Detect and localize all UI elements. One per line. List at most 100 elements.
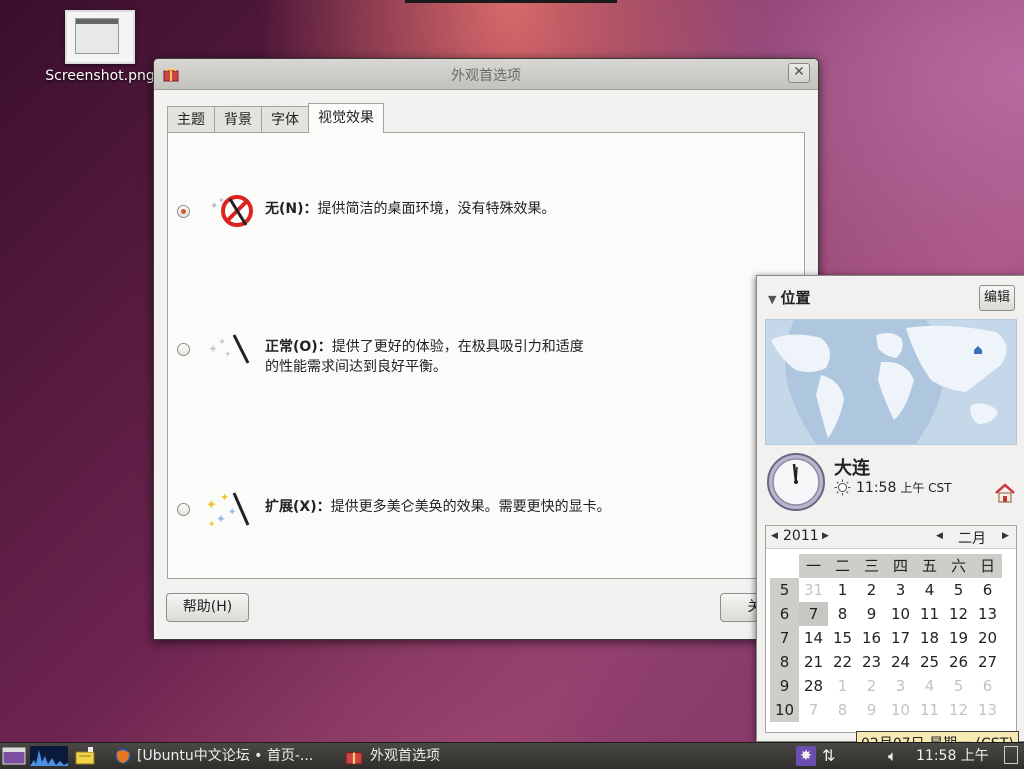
calendar-day[interactable]: 3 <box>886 578 915 602</box>
calendar-day[interactable]: 1 <box>828 578 857 602</box>
taskbar-clock[interactable]: 11:58 上午 <box>916 746 989 766</box>
calendar-day[interactable]: 28 <box>799 674 828 698</box>
svg-text:✦: ✦ <box>224 350 232 360</box>
tab-background[interactable]: 背景 <box>214 106 262 133</box>
calendar-day[interactable]: 3 <box>886 674 915 698</box>
home-location-icon[interactable] <box>994 482 1016 504</box>
option-extra[interactable]: ✦ ✦ ✦ ✦ ✦ 扩展(X)：提供更多美仑美奂的效果。需要更快的显卡。 <box>177 491 611 529</box>
calendar-day[interactable]: 2 <box>857 674 886 698</box>
tab-fonts[interactable]: 字体 <box>261 106 309 133</box>
tab-visual-effects[interactable]: 视觉效果 <box>308 103 384 133</box>
option-normal[interactable]: ✦ ✦ ✦ 正常(O)：提供了更好的体验，在极具吸引力和适度 的性能需求间达到良… <box>177 334 584 377</box>
calendar-day[interactable]: 11 <box>915 698 944 722</box>
calendar-day[interactable]: 11 <box>915 602 944 626</box>
option-none[interactable]: ✦ ✦ 无(N)：提供简洁的桌面环境，没有特殊效果。 <box>177 195 556 231</box>
option-none-text: 无(N)：提供简洁的桌面环境，没有特殊效果。 <box>265 199 556 219</box>
radio-none[interactable] <box>177 205 190 218</box>
calendar-week-number: 5 <box>770 578 799 602</box>
window-title: 外观首选项 <box>451 68 521 84</box>
expander-triangle-icon: ▼ <box>768 293 777 306</box>
calendar-day[interactable]: 24 <box>886 650 915 674</box>
city-name: 大连 <box>834 458 870 479</box>
radio-extra[interactable] <box>177 503 190 516</box>
calendar-day[interactable]: 5 <box>944 578 973 602</box>
window-titlebar[interactable]: 外观首选项 ✕ <box>154 59 818 90</box>
calendar-day[interactable]: 9 <box>857 602 886 626</box>
calendar-day[interactable]: 31 <box>799 578 828 602</box>
world-map-icon <box>766 320 1016 444</box>
effects-star-icon[interactable]: ✸ <box>796 746 816 766</box>
calendar-week-row: 10 7 8 9 10 11 12 13 <box>770 698 1002 722</box>
calendar-day[interactable]: 15 <box>828 626 857 650</box>
network-arrows-icon[interactable]: ⇅ <box>822 746 835 766</box>
svg-text:✦: ✦ <box>208 520 216 529</box>
svg-text:✦: ✦ <box>218 196 225 205</box>
next-year-icon[interactable]: ▶ <box>822 531 829 541</box>
calendar-day[interactable]: 13 <box>973 698 1002 722</box>
svg-text:✦: ✦ <box>216 512 226 526</box>
prev-year-icon[interactable]: ◀ <box>771 531 778 541</box>
calendar-day[interactable]: 12 <box>944 602 973 626</box>
locations-title: 位置 <box>780 289 811 307</box>
calendar-day[interactable]: 1 <box>828 674 857 698</box>
calendar-day[interactable]: 6 <box>973 578 1002 602</box>
prev-month-icon[interactable]: ◀ <box>936 531 943 541</box>
edit-locations-button[interactable]: 编辑 <box>979 285 1015 311</box>
calendar-day[interactable]: 4 <box>915 674 944 698</box>
volume-icon[interactable]: 🔈︎ <box>888 746 897 766</box>
calendar-day[interactable]: 2 <box>857 578 886 602</box>
option-extra-desc: 提供更多美仑美奂的效果。需要更快的显卡。 <box>330 499 611 515</box>
calendar-day[interactable]: 14 <box>799 626 828 650</box>
calendar-day[interactable]: 5 <box>944 674 973 698</box>
calendar-day[interactable]: 27 <box>973 650 1002 674</box>
calendar-day[interactable]: 20 <box>973 626 1002 650</box>
calendar-day[interactable]: 10 <box>886 698 915 722</box>
taskbar-prefs-task[interactable]: 外观首选项 <box>370 746 440 766</box>
next-month-icon[interactable]: ▶ <box>1002 531 1009 541</box>
calendar-day[interactable]: 13 <box>973 602 1002 626</box>
radio-normal[interactable] <box>177 343 190 356</box>
tab-theme[interactable]: 主题 <box>167 106 215 133</box>
clock-applet-popup: ▼ 位置 编辑 大连 11:58 上午 CST ◀ 2011 ▶ ◀ 二月 ▶ … <box>756 275 1024 742</box>
calendar-day[interactable]: 22 <box>828 650 857 674</box>
taskbar-browser-task[interactable]: [Ubuntu中文论坛 • 首页-... <box>137 746 313 766</box>
window-close-button[interactable]: ✕ <box>788 63 810 83</box>
image-thumbnail-icon <box>65 10 135 64</box>
calendar-header: ◀ 2011 ▶ ◀ 二月 ▶ <box>766 526 1016 549</box>
calendar-day[interactable]: 26 <box>944 650 973 674</box>
calendar-day[interactable]: 7 <box>799 602 828 626</box>
notes-icon[interactable] <box>74 746 96 766</box>
calendar-day[interactable]: 12 <box>944 698 973 722</box>
show-desktop-icon[interactable] <box>2 746 26 766</box>
calendar-week-number: 8 <box>770 650 799 674</box>
calendar-day[interactable]: 23 <box>857 650 886 674</box>
calendar-day[interactable]: 10 <box>886 602 915 626</box>
normal-effects-wand-icon: ✦ ✦ ✦ <box>208 334 250 364</box>
calendar-day[interactable]: 8 <box>828 698 857 722</box>
calendar-day[interactable]: 19 <box>944 626 973 650</box>
option-normal-desc: 提供了更好的体验，在极具吸引力和适度 <box>331 339 584 355</box>
calendar-day[interactable]: 7 <box>799 698 828 722</box>
help-button[interactable]: 帮助(H) <box>166 593 249 622</box>
calendar-day[interactable]: 18 <box>915 626 944 650</box>
system-monitor-icon[interactable] <box>30 746 68 766</box>
locations-expander[interactable]: ▼ 位置 <box>768 287 810 308</box>
svg-text:✦: ✦ <box>206 498 217 513</box>
calendar-day[interactable]: 17 <box>886 626 915 650</box>
calendar-weekday-row: 一二三四五六日 <box>770 554 1002 578</box>
calendar-day[interactable]: 16 <box>857 626 886 650</box>
calendar-day[interactable]: 21 <box>799 650 828 674</box>
option-normal-desc2: 的性能需求间达到良好平衡。 <box>265 359 447 375</box>
option-normal-key: 正常(O)： <box>265 339 332 355</box>
calendar-day[interactable]: 25 <box>915 650 944 674</box>
svg-text:✦: ✦ <box>218 337 226 348</box>
calendar-day[interactable]: 6 <box>973 674 1002 698</box>
calendar-day[interactable]: 8 <box>828 602 857 626</box>
extra-effects-wand-icon: ✦ ✦ ✦ ✦ ✦ <box>206 491 250 529</box>
trash-icon[interactable] <box>1004 746 1018 764</box>
calendar-day[interactable]: 4 <box>915 578 944 602</box>
desktop-icon-screenshot[interactable]: Screenshot.png <box>40 10 160 84</box>
option-none-key: 无(N)： <box>265 201 318 217</box>
calendar-month: 二月 <box>958 531 986 547</box>
calendar-day[interactable]: 9 <box>857 698 886 722</box>
